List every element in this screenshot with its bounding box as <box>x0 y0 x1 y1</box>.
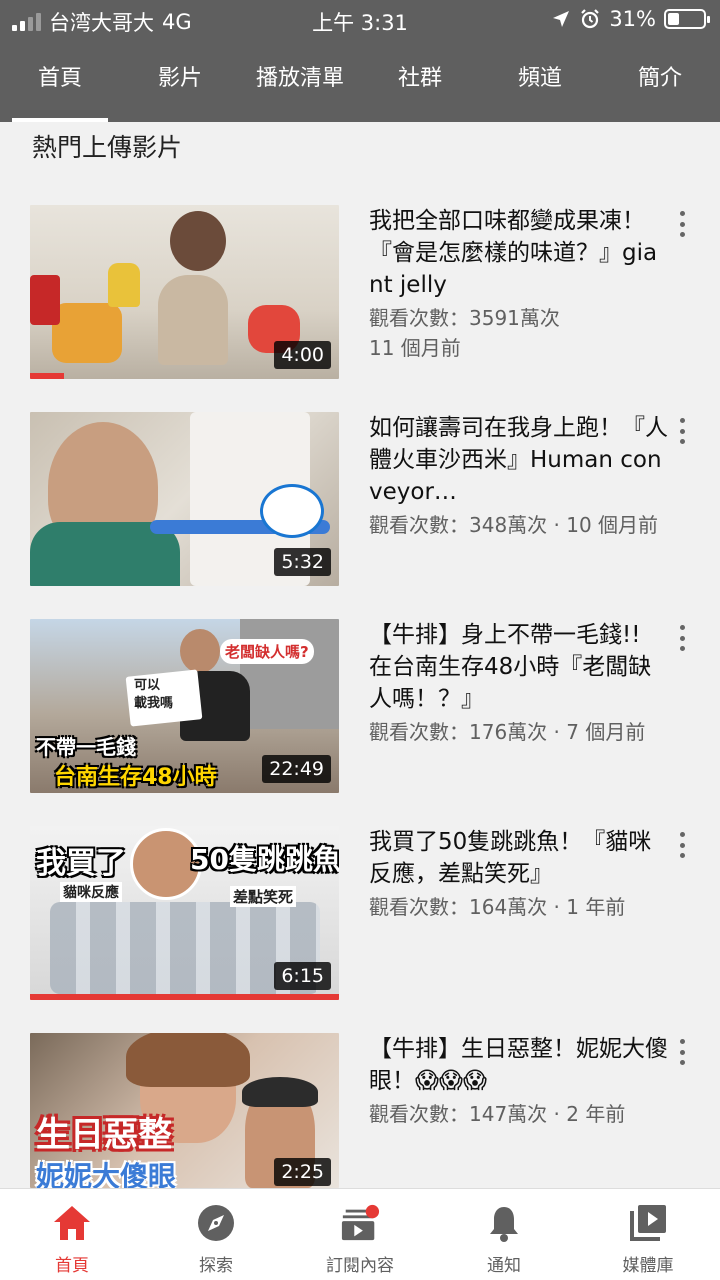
video-duration: 6:15 <box>274 962 331 990</box>
tab-about[interactable]: 簡介 <box>600 40 720 122</box>
alarm-icon <box>581 9 600 29</box>
video-views: 觀看次數：348萬次 · 10 個月前 <box>369 513 659 537</box>
battery-icon <box>664 9 710 29</box>
nav-home[interactable]: 首頁 <box>0 1189 144 1280</box>
nav-library[interactable]: 媒體庫 <box>576 1189 720 1280</box>
video-title[interactable]: 我把全部口味都變成果凍！『會是怎麼樣的味道？』giant jelly <box>369 205 669 301</box>
status-bar: 台湾大哥大 4G 上午 3:31 31% <box>0 0 720 40</box>
video-title[interactable]: 如何讓壽司在我身上跑！『人體火車沙西米』Human conveyor… <box>369 412 669 508</box>
watch-progress-bar <box>30 994 339 1000</box>
bottom-navigation: 首頁 探索 訂閱內容 通知 媒體庫 <box>0 1188 720 1280</box>
video-thumbnail[interactable]: 我買了 50隻跳跳魚 貓咪反應 差點笑死 6:15 <box>30 826 339 1000</box>
video-item[interactable]: 可以 載我嗎 老闆缺人嗎? 不帶一毛錢 台南生存48小時 22:49 【牛排】身… <box>0 619 720 799</box>
nav-explore[interactable]: 探索 <box>144 1189 288 1280</box>
video-thumbnail[interactable]: 5:32 <box>30 412 339 586</box>
video-thumbnail[interactable]: 4:00 <box>30 205 339 379</box>
video-duration: 22:49 <box>262 755 331 783</box>
video-item[interactable]: 4:00 我把全部口味都變成果凍！『會是怎麼樣的味道？』giant jelly … <box>0 205 720 385</box>
nav-label: 首頁 <box>55 1256 89 1276</box>
tab-videos[interactable]: 影片 <box>120 40 240 122</box>
section-title: 熱門上傳影片 <box>32 133 183 162</box>
thumbnail-caption: 我買了 <box>36 846 126 881</box>
tab-community[interactable]: 社群 <box>360 40 480 122</box>
video-item[interactable]: 我買了 50隻跳跳魚 貓咪反應 差點笑死 6:15 我買了50隻跳跳魚！『貓咪反… <box>0 826 720 1006</box>
tab-home[interactable]: 首頁 <box>0 40 120 122</box>
more-options-icon[interactable] <box>674 623 690 653</box>
more-options-icon[interactable] <box>674 830 690 860</box>
nav-subscriptions[interactable]: 訂閱內容 <box>288 1189 432 1280</box>
video-age: 11 個月前 <box>369 336 461 360</box>
more-options-icon[interactable] <box>674 416 690 446</box>
video-views: 觀看次數：147萬次 · 2 年前 <box>369 1102 626 1126</box>
video-thumbnail[interactable]: 可以 載我嗎 老闆缺人嗎? 不帶一毛錢 台南生存48小時 22:49 <box>30 619 339 793</box>
video-thumbnail[interactable]: 生日惡整 妮妮大傻眼 2:25 <box>30 1033 339 1188</box>
thumbnail-caption: 妮妮大傻眼 <box>36 1160 177 1188</box>
location-icon <box>553 11 570 27</box>
compass-icon <box>196 1203 236 1243</box>
subscriptions-icon <box>340 1203 380 1243</box>
thumbnail-caption: 台南生存48小時 <box>54 765 217 790</box>
nav-label: 訂閱內容 <box>326 1256 394 1276</box>
video-views: 觀看次數：164萬次 · 1 年前 <box>369 895 626 919</box>
video-title[interactable]: 我買了50隻跳跳魚！『貓咪反應，差點笑死』 <box>369 826 669 890</box>
tab-playlists[interactable]: 播放清單 <box>240 40 360 122</box>
thumbnail-caption: 生日惡整 <box>36 1115 172 1155</box>
nav-label: 通知 <box>487 1256 521 1276</box>
watch-progress-bar <box>30 373 64 379</box>
nav-label: 探索 <box>199 1256 233 1276</box>
video-duration: 4:00 <box>274 341 331 369</box>
library-icon <box>628 1203 668 1243</box>
video-duration: 2:25 <box>274 1158 331 1186</box>
thumbnail-caption: 不帶一毛錢 <box>36 735 136 759</box>
more-options-icon[interactable] <box>674 1037 690 1067</box>
nav-label: 媒體庫 <box>622 1256 674 1276</box>
video-title[interactable]: 【牛排】生日惡整！妮妮大傻眼！😱😱😱 <box>369 1033 669 1097</box>
more-options-icon[interactable] <box>674 209 690 239</box>
thumbnail-caption: 50隻跳跳魚 <box>190 843 339 876</box>
channel-tabs: 首頁 影片 播放清單 社群 頻道 簡介 <box>0 40 720 122</box>
thumbnail-caption: 老闆缺人嗎? <box>220 639 314 664</box>
video-duration: 5:32 <box>274 548 331 576</box>
bell-icon <box>484 1203 524 1243</box>
video-views: 觀看次數：3591萬次 <box>369 306 560 330</box>
thumbnail-caption: 差點笑死 <box>230 886 297 907</box>
thumbnail-caption: 可以 載我嗎 <box>134 678 174 711</box>
tab-channels[interactable]: 頻道 <box>480 40 600 122</box>
video-views: 觀看次數：176萬次 · 7 個月前 <box>369 720 646 744</box>
video-item[interactable]: 生日惡整 妮妮大傻眼 2:25 【牛排】生日惡整！妮妮大傻眼！😱😱😱 觀看次數：… <box>0 1033 720 1213</box>
battery-percent: 31% <box>609 7 656 31</box>
video-item[interactable]: 5:32 如何讓壽司在我身上跑！『人體火車沙西米』Human conveyor…… <box>0 412 720 592</box>
video-title[interactable]: 【牛排】身上不帶一毛錢!! 在台南生存48小時『老闆缺人嗎！？』 <box>369 619 669 715</box>
thumbnail-caption: 貓咪反應 <box>60 882 122 902</box>
home-icon <box>52 1203 92 1243</box>
nav-notifications[interactable]: 通知 <box>432 1189 576 1280</box>
